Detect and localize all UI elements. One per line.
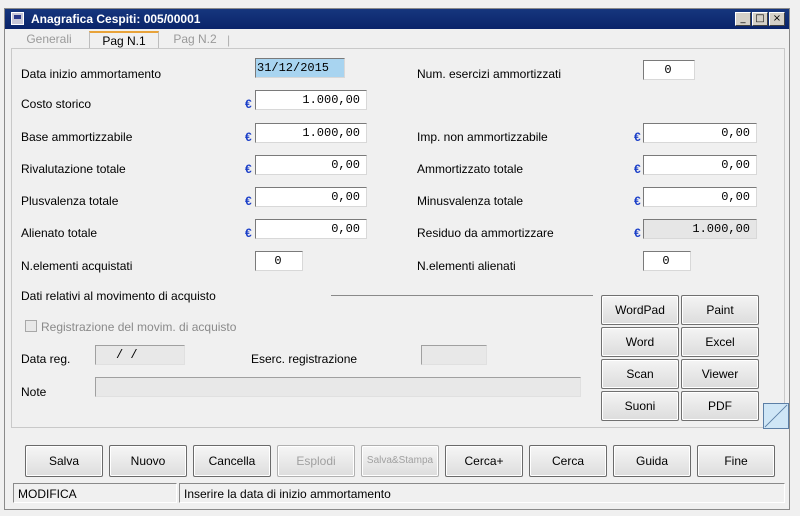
- elementi-acquistati-label: N.elementi acquistati: [21, 259, 133, 273]
- rivalutazione-input[interactable]: 0,00: [255, 155, 367, 175]
- registrazione-checkbox-label: Registrazione del movim. di acquisto: [41, 320, 237, 334]
- num-esercizi-input[interactable]: 0: [643, 60, 695, 80]
- viewer-button[interactable]: Viewer: [681, 359, 759, 389]
- cerca-plus-button[interactable]: Cerca+: [445, 445, 523, 477]
- registrazione-checkbox[interactable]: [25, 320, 37, 332]
- salva-stampa-button[interactable]: Salva&Stampa: [361, 445, 439, 477]
- tab-pag-n1[interactable]: Pag N.1: [89, 31, 159, 49]
- cancella-button[interactable]: Cancella: [193, 445, 271, 477]
- num-esercizi-label: Num. esercizi ammortizzati: [417, 67, 562, 81]
- elementi-alienati-label: N.elementi alienati: [417, 259, 516, 273]
- imp-non-ammortizzabile-label: Imp. non ammortizzabile: [417, 130, 548, 144]
- alienato-input[interactable]: 0,00: [255, 219, 367, 239]
- scan-button[interactable]: Scan: [601, 359, 679, 389]
- tab-separator: |: [227, 33, 231, 47]
- imp-non-ammortizzabile-input[interactable]: 0,00: [643, 123, 757, 143]
- euro-icon: €: [634, 162, 641, 176]
- elementi-alienati-input[interactable]: 0: [643, 251, 691, 271]
- word-button[interactable]: Word: [601, 327, 679, 357]
- euro-icon: €: [245, 130, 252, 144]
- tab-generali[interactable]: Generali: [13, 31, 85, 49]
- costo-storico-input[interactable]: 1.000,00: [255, 90, 367, 110]
- base-ammortizzabile-label: Base ammortizzabile: [21, 130, 133, 144]
- data-reg-input[interactable]: / /: [95, 345, 185, 365]
- window-title: Anagrafica Cespiti: 005/00001: [31, 12, 201, 26]
- cerca-button[interactable]: Cerca: [529, 445, 607, 477]
- plusvalenza-label: Plusvalenza totale: [21, 194, 119, 208]
- excel-button[interactable]: Excel: [681, 327, 759, 357]
- data-reg-label: Data reg.: [21, 352, 71, 366]
- euro-icon: €: [634, 130, 641, 144]
- minimize-button[interactable]: _: [735, 12, 751, 26]
- suoni-button[interactable]: Suoni: [601, 391, 679, 421]
- title-bar[interactable]: Anagrafica Cespiti: 005/00001 _ □ ×: [5, 9, 789, 29]
- euro-icon: €: [245, 162, 252, 176]
- section-divider: [331, 295, 593, 296]
- euro-icon: €: [245, 226, 252, 240]
- euro-icon: €: [634, 226, 641, 240]
- wordpad-button[interactable]: WordPad: [601, 295, 679, 325]
- minusvalenza-input[interactable]: 0,00: [643, 187, 757, 207]
- eserc-registrazione-input[interactable]: [421, 345, 487, 365]
- data-inizio-label: Data inizio ammortamento: [21, 67, 162, 81]
- note-input[interactable]: [95, 377, 581, 397]
- maximize-button[interactable]: □: [752, 12, 768, 26]
- euro-icon: €: [245, 194, 252, 208]
- note-label: Note: [21, 385, 47, 399]
- salva-button[interactable]: Salva: [25, 445, 103, 477]
- eserc-registrazione-label: Eserc. registrazione: [251, 352, 358, 366]
- fine-button[interactable]: Fine: [697, 445, 775, 477]
- pdf-button[interactable]: PDF: [681, 391, 759, 421]
- rivalutazione-label: Rivalutazione totale: [21, 162, 126, 176]
- app-icon: [11, 12, 24, 25]
- main-window: Anagrafica Cespiti: 005/00001 _ □ × Gene…: [4, 8, 790, 510]
- residuo-label: Residuo da ammortizzare: [417, 226, 554, 240]
- ammortizzato-input[interactable]: 0,00: [643, 155, 757, 175]
- euro-icon: €: [245, 97, 252, 111]
- tab-pag-n2[interactable]: Pag N.2: [165, 31, 225, 49]
- euro-icon: €: [634, 194, 641, 208]
- esplodi-button[interactable]: Esplodi: [277, 445, 355, 477]
- status-message: Inserire la data di inizio ammortamento: [179, 483, 785, 503]
- minusvalenza-label: Minusvalenza totale: [417, 194, 524, 208]
- costo-storico-label: Costo storico: [21, 97, 92, 111]
- status-mode: MODIFICA: [13, 483, 177, 503]
- data-inizio-input[interactable]: 31/12/2015: [255, 58, 345, 78]
- guida-button[interactable]: Guida: [613, 445, 691, 477]
- elementi-acquistati-input[interactable]: 0: [255, 251, 303, 271]
- nuovo-button[interactable]: Nuovo: [109, 445, 187, 477]
- residuo-field: 1.000,00: [643, 219, 757, 239]
- page-corner-icon[interactable]: [763, 403, 789, 429]
- movimento-section-label: Dati relativi al movimento di acquisto: [21, 289, 216, 303]
- alienato-label: Alienato totale: [21, 226, 98, 240]
- ammortizzato-label: Ammortizzato totale: [417, 162, 524, 176]
- close-button[interactable]: ×: [769, 12, 785, 26]
- plusvalenza-input[interactable]: 0,00: [255, 187, 367, 207]
- paint-button[interactable]: Paint: [681, 295, 759, 325]
- base-ammortizzabile-input[interactable]: 1.000,00: [255, 123, 367, 143]
